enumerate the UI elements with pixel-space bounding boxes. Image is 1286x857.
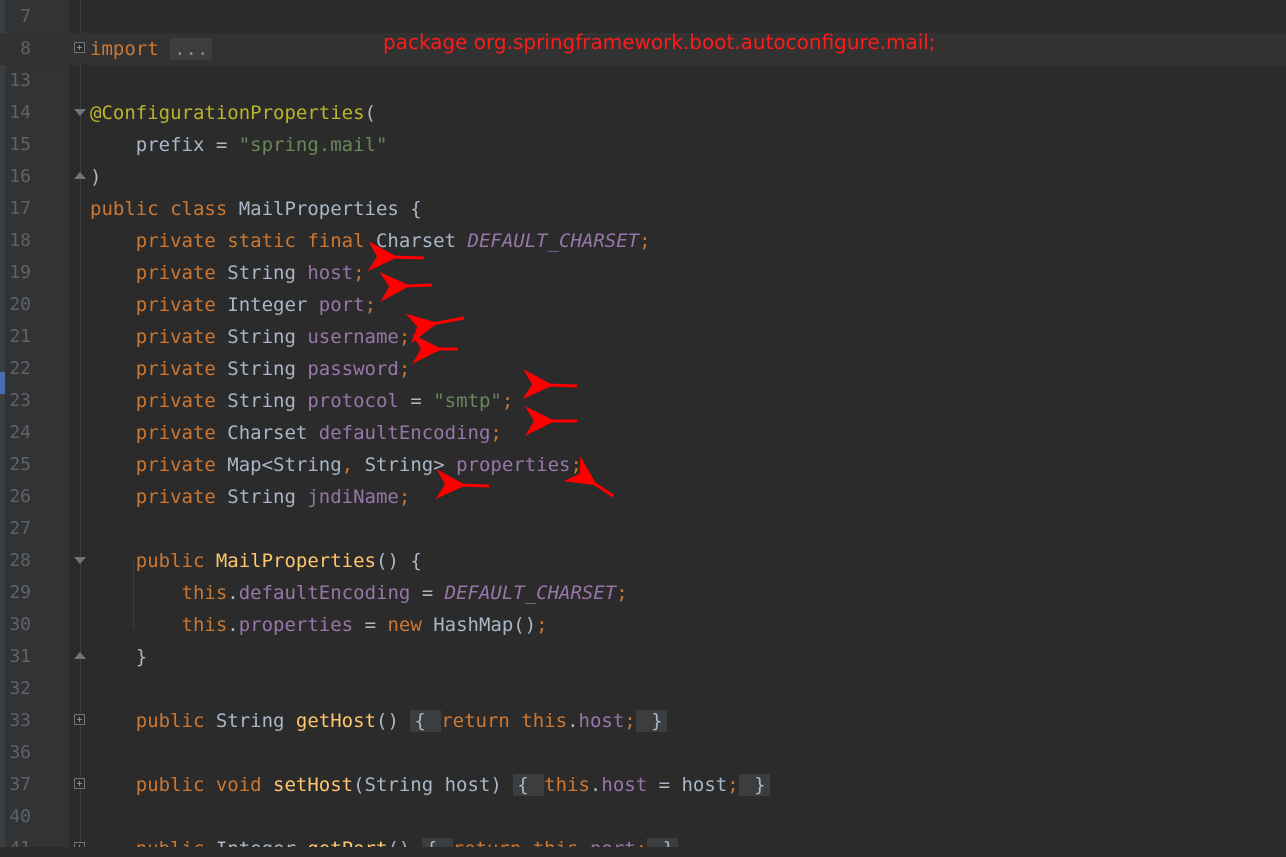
arrow-jndi-name <box>435 469 490 500</box>
code-editor[interactable]: 7 8 import ... 13 14 @ConfigurationProperties… <box>0 0 1286 857</box>
arrow-host <box>367 241 425 272</box>
arrow-username <box>405 313 465 344</box>
arrow-protocol <box>522 369 578 400</box>
horizontal-scrollbar[interactable] <box>0 847 1286 857</box>
annotation-arrows <box>367 241 614 500</box>
arrow-port <box>379 271 433 302</box>
arrow-properties <box>563 456 614 498</box>
